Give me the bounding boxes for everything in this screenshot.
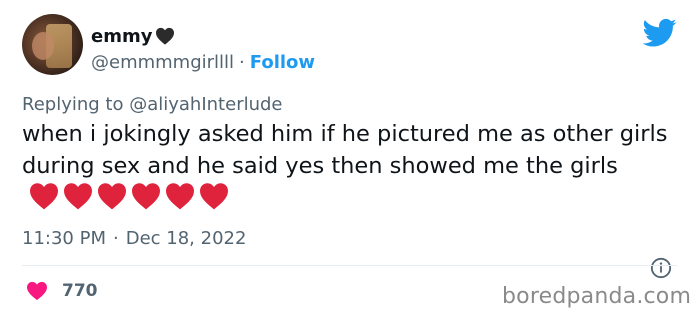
handle-row: @emmmmgirllll · Follow <box>91 50 315 74</box>
display-name[interactable]: emmy <box>91 26 152 47</box>
watermark: boredpanda.com <box>502 284 692 309</box>
avatar[interactable] <box>22 14 83 75</box>
heart-like-icon[interactable] <box>26 281 48 301</box>
red-heart-emoji <box>64 183 92 210</box>
handle-separator: · <box>239 51 245 73</box>
meta-separator: · <box>112 228 119 249</box>
info-icon[interactable] <box>650 257 672 279</box>
red-hearts <box>28 182 230 210</box>
follow-button[interactable]: Follow <box>250 52 315 73</box>
black-heart-icon <box>156 27 175 45</box>
red-heart-emoji <box>98 183 126 210</box>
user-name-row: emmy <box>91 24 175 48</box>
divider <box>22 265 677 266</box>
red-heart-emoji <box>200 183 228 210</box>
user-handle[interactable]: @emmmmgirllll <box>91 52 234 73</box>
tweet-text: when i jokingly asked him if he pictured… <box>22 118 692 215</box>
likes-row[interactable]: 770 <box>26 281 98 301</box>
tweet-body: when i jokingly asked him if he pictured… <box>22 121 668 179</box>
replying-to-prefix: Replying to <box>22 94 124 115</box>
twitter-bird-icon[interactable] <box>643 18 677 48</box>
reply-mention-link[interactable]: @aliyahInterlude <box>129 94 282 115</box>
red-heart-emoji <box>132 183 160 210</box>
tweet-date[interactable]: Dec 18, 2022 <box>126 228 247 249</box>
red-heart-emoji <box>166 183 194 210</box>
avatar-face <box>32 32 54 60</box>
replying-to: Replying to @aliyahInterlude <box>22 94 283 115</box>
tweet-meta: 11:30 PM · Dec 18, 2022 <box>22 228 246 249</box>
red-heart-emoji <box>30 183 58 210</box>
like-count: 770 <box>62 281 98 301</box>
tweet-time[interactable]: 11:30 PM <box>22 228 106 249</box>
